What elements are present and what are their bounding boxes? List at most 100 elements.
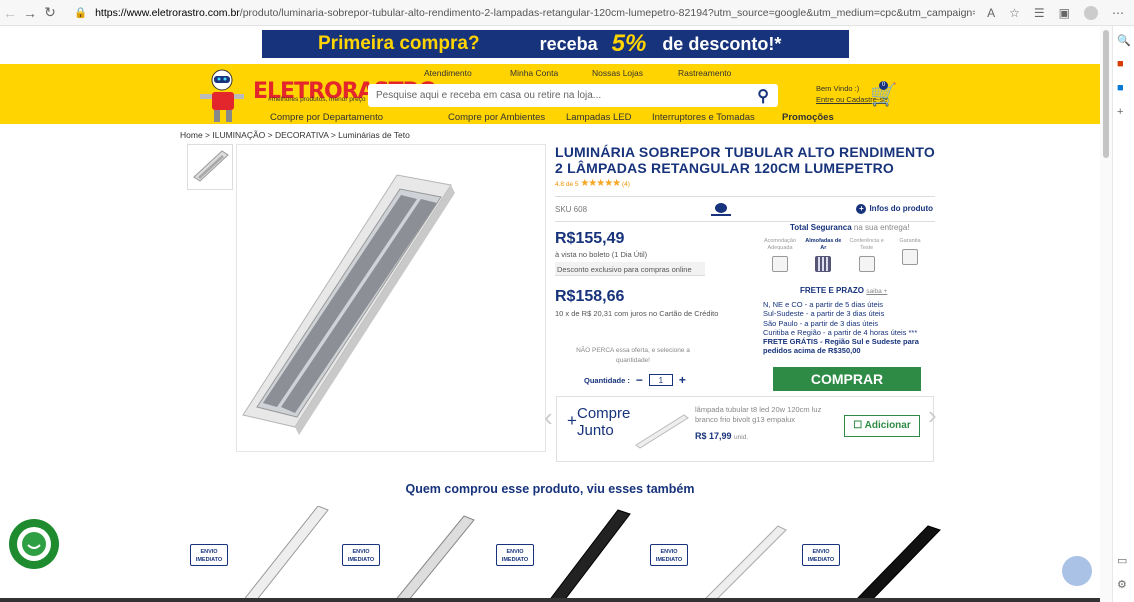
- back-icon[interactable]: ←: [0, 5, 20, 21]
- chevron-right-icon[interactable]: ›: [928, 400, 937, 431]
- robot-mascot-icon: [200, 69, 244, 122]
- envio-line2: IMEDIATO: [807, 557, 835, 563]
- security-item: Almofadas de Ar: [803, 238, 843, 272]
- breadcrumb[interactable]: Home > ILUMINAÇÃO > DECORATIVA > Luminár…: [180, 130, 410, 140]
- envio-line1: ENVIO: [812, 549, 830, 555]
- luminaire-image-icon: [242, 174, 455, 435]
- cart-count-badge: 0: [879, 81, 888, 90]
- forward-icon[interactable]: →: [20, 5, 40, 21]
- buy-together-box: + Compre Junto lâmpada tubular t8 led 20w…: [556, 396, 934, 462]
- boleto-note: à vista no boleto (1 Dia Útil): [555, 250, 648, 259]
- combo-unit: unid.: [734, 434, 749, 441]
- favorites-list-icon[interactable]: ☰: [1034, 6, 1045, 20]
- tube-lamp-icon: [635, 414, 689, 449]
- related-product-image[interactable]: [384, 506, 494, 602]
- chat-button[interactable]: [1062, 556, 1092, 586]
- link-nossas-lojas[interactable]: Nossas Lojas: [592, 68, 643, 78]
- sidebar-toggle-icon[interactable]: ▭: [1117, 554, 1127, 567]
- menu-promocoes[interactable]: Promoções: [782, 112, 834, 123]
- infos-produto-link[interactable]: + Infos do produto: [856, 204, 933, 214]
- add-combo-button[interactable]: ☐ Adicionar: [844, 415, 920, 437]
- product-main-image[interactable]: [236, 144, 546, 452]
- plus-icon[interactable]: +: [679, 373, 686, 387]
- checkbox-icon: ☐: [853, 420, 863, 431]
- browser-toolbar: ← → ↻ 🔒 https://www.eletrorastro.com.br /…: [0, 0, 1134, 26]
- scrollbar[interactable]: [1100, 26, 1112, 602]
- url-path: /produto/luminaria-sobrepor-tubular-alto…: [239, 6, 975, 19]
- security-icons: Acomodação Adequada Almofadas de Ar Conf…: [760, 238, 930, 272]
- related-product-image[interactable]: [538, 506, 648, 602]
- link-atendimento[interactable]: Atendimento: [424, 68, 472, 78]
- sku: SKU 608: [555, 205, 588, 214]
- related-product-image[interactable]: [844, 506, 954, 602]
- quantity-input[interactable]: 1: [648, 374, 673, 386]
- related-title: Quem comprou esse produto, viu esses tam…: [405, 482, 695, 496]
- menu-lampadas-led[interactable]: Lampadas LED: [566, 112, 631, 123]
- product-title: LUMINÁRIA SOBREPOR TUBULAR ALTO RENDIMEN…: [555, 144, 935, 176]
- scroll-thumb[interactable]: [1103, 30, 1109, 158]
- rating[interactable]: 4.8 de 5 ★★★★★ (4): [555, 178, 630, 189]
- envio-line2: IMEDIATO: [501, 557, 529, 563]
- search-icon[interactable]: ⚲: [757, 86, 769, 106]
- security-title: Total Seguranca na sua entrega!: [790, 223, 910, 232]
- luminaire-thumb-icon: [193, 150, 229, 182]
- envio-badge: ENVIO IMEDIATO: [802, 544, 840, 566]
- address-bar[interactable]: 🔒 https://www.eletrorastro.com.br/produt…: [74, 3, 975, 23]
- envio-line1: ENVIO: [506, 549, 524, 555]
- menu-ambientes[interactable]: Compre por Ambientes: [448, 112, 545, 123]
- favorite-icon[interactable]: ☆: [1009, 6, 1020, 20]
- search-input[interactable]: Pesquise aqui e receba em casa ou retire…: [368, 84, 778, 107]
- shipping-title-text: FRETE E PRAZO: [800, 286, 865, 295]
- link-rastreamento[interactable]: Rastreamento: [678, 68, 731, 78]
- brand-logo-icon: [711, 203, 731, 216]
- envio-line2: IMEDIATO: [195, 557, 223, 563]
- security-item-label: Almofadas de Ar: [805, 238, 842, 251]
- menu-interruptores[interactable]: Interruptores e Tomadas: [652, 112, 755, 123]
- security-item: Garantia: [890, 238, 930, 272]
- search-icon[interactable]: 🔍: [1117, 34, 1131, 47]
- combo-product-name[interactable]: lâmpada tubular t8 led 20w 120cm luz bra…: [695, 405, 835, 425]
- buy-together-title: Compre Junto: [577, 405, 630, 439]
- promo-text-1: Primeira compra?: [318, 33, 480, 54]
- lock-icon: 🔒: [74, 7, 88, 19]
- add-icon[interactable]: +: [1117, 106, 1123, 118]
- office-icon[interactable]: ■: [1117, 58, 1124, 70]
- envio-badge: ENVIO IMEDIATO: [190, 544, 228, 566]
- read-aloud-icon[interactable]: A: [987, 6, 995, 20]
- security-item-label: Garantia: [899, 238, 921, 244]
- envio-line2: IMEDIATO: [655, 557, 683, 563]
- profile-avatar[interactable]: [1084, 5, 1098, 20]
- shipping-line: N, NE e CO - a partir de 5 dias úteis: [763, 300, 884, 309]
- settings-icon[interactable]: ⚙: [1117, 578, 1127, 591]
- refresh-icon[interactable]: ↻: [40, 4, 60, 21]
- outlook-icon[interactable]: ■: [1117, 82, 1124, 94]
- edge-sidebar: 🔍 ■ ■ + ▭ ⚙: [1112, 26, 1134, 602]
- shipping-more-link[interactable]: saiba +: [866, 288, 887, 295]
- infos-label: Infos do produto: [869, 204, 933, 213]
- menu-departamento[interactable]: Compre por Departamento: [270, 112, 383, 123]
- related-product-image[interactable]: [232, 506, 342, 602]
- related-product-image[interactable]: [692, 506, 802, 602]
- envio-badge: ENVIO IMEDIATO: [496, 544, 534, 566]
- link-minha-conta[interactable]: Minha Conta: [510, 68, 558, 78]
- minus-icon[interactable]: −: [636, 373, 643, 387]
- envio-line1: ENVIO: [200, 549, 218, 555]
- buy-button[interactable]: COMPRAR: [773, 367, 921, 391]
- rating-text: 4.8 de 5: [555, 181, 579, 188]
- combo-title-2: Junto: [577, 422, 614, 439]
- collections-icon[interactable]: ▣: [1059, 6, 1070, 20]
- url-host: https://www.eletrorastro.com.br: [95, 6, 240, 19]
- envio-badge: ENVIO IMEDIATO: [650, 544, 688, 566]
- bottom-divider: [0, 598, 1100, 602]
- promo-banner[interactable]: Primeira compra? receba 5% de desconto!*: [262, 30, 849, 58]
- product-thumbnail[interactable]: [187, 144, 233, 190]
- chevron-left-icon[interactable]: ‹: [544, 402, 553, 433]
- security-item: Conferência e Teste: [847, 238, 887, 272]
- shipping-line: Curitiba e Região - a partir de 4 horas …: [763, 327, 918, 337]
- page: Primeira compra? receba 5% de desconto!*…: [0, 26, 1100, 602]
- opinions-seal-icon[interactable]: [8, 518, 60, 570]
- rating-stars-icon: ★★★★★: [580, 178, 621, 189]
- add-combo-label: Adicionar: [864, 420, 911, 431]
- more-icon[interactable]: ⋯: [1112, 6, 1124, 20]
- price-card: R$158,66: [555, 288, 625, 305]
